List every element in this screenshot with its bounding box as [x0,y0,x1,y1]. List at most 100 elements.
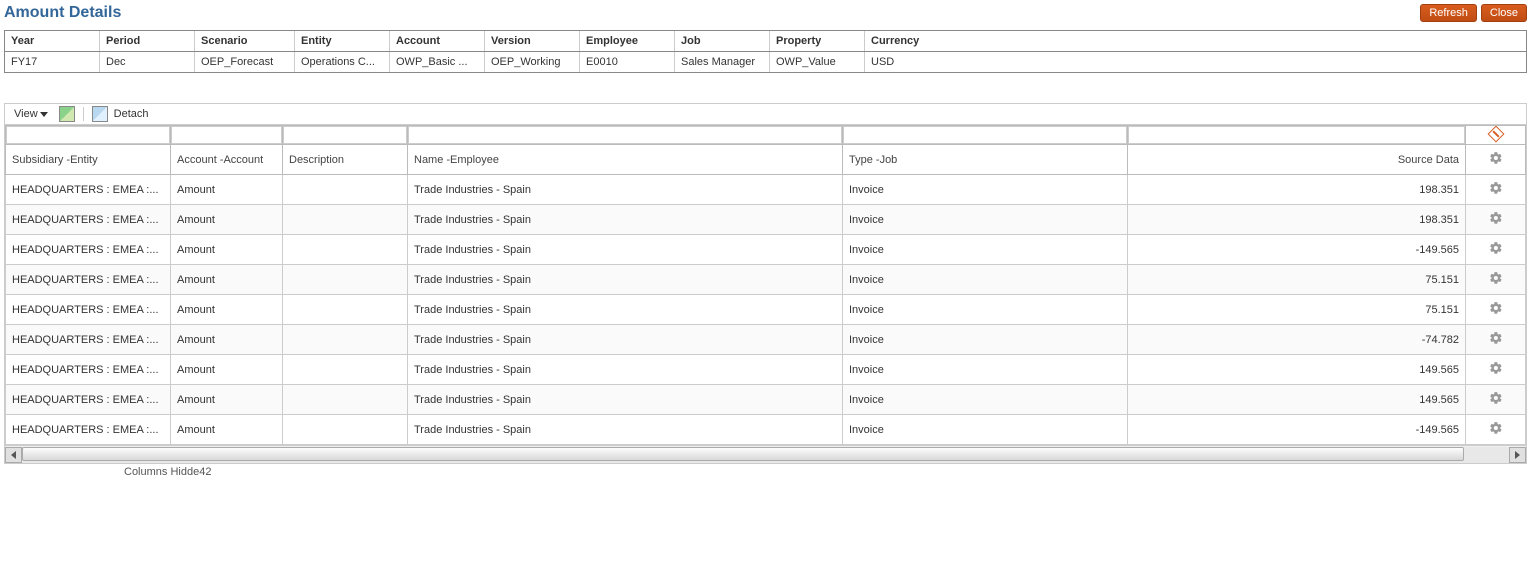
cell-type: Invoice [843,415,1128,445]
cell-type: Invoice [843,175,1128,205]
cell-actions [1466,265,1526,295]
cell-account: Amount [171,325,283,355]
cell-source: -149.565 [1128,415,1466,445]
gear-icon[interactable] [1489,211,1503,225]
table-row[interactable]: HEADQUARTERS : EMEA :...AmountTrade Indu… [6,295,1526,325]
table-row[interactable]: HEADQUARTERS : EMEA :...AmountTrade Indu… [6,355,1526,385]
table-row[interactable]: HEADQUARTERS : EMEA :...Amount Trade Indu… [6,205,1526,235]
cell-description [283,205,408,235]
filter-description[interactable] [283,126,407,144]
chevron-down-icon [40,112,48,117]
cell-actions [1466,355,1526,385]
gear-icon[interactable] [1489,181,1503,195]
table-row[interactable]: HEADQUARTERS : EMEA :...AmountTrade Indu… [6,415,1526,445]
scroll-right-button[interactable] [1509,447,1526,463]
cell-source: 198.351 [1128,175,1466,205]
cell-entity: HEADQUARTERS : EMEA :... [6,415,171,445]
details-header-currency: Currency [865,31,1526,51]
toolbar: View Detach [4,103,1527,124]
details-value-job: Sales Manager [675,52,770,72]
cell-description [283,355,408,385]
cell-type: Invoice [843,385,1128,415]
cell-name: Trade Industries - Spain [408,175,843,205]
cell-source: 75.151 [1128,295,1466,325]
cell-source: 149.565 [1128,385,1466,415]
gear-icon[interactable] [1489,391,1503,405]
table-row[interactable]: HEADQUARTERS : EMEA :...AmountTrade Indu… [6,265,1526,295]
gear-icon[interactable] [1489,361,1503,375]
cell-source: 149.565 [1128,355,1466,385]
detach-label[interactable]: Detach [114,108,149,120]
details-header-employee: Employee [580,31,675,51]
cell-actions [1466,385,1526,415]
details-value-employee: E0010 [580,52,675,72]
scroll-track[interactable] [22,447,1509,463]
table-row[interactable]: HEADQUARTERS : EMEA :...Amount Trade Indu… [6,325,1526,355]
filter-name[interactable] [408,126,842,144]
details-value-account: OWP_Basic ... [390,52,485,72]
gear-icon[interactable] [1489,301,1503,315]
cell-type: Invoice [843,205,1128,235]
details-header-property: Property [770,31,865,51]
col-name[interactable]: Name -Employee [408,145,843,175]
cell-type: Invoice [843,235,1128,265]
cell-name: Trade Industries - Spain [408,295,843,325]
filter-type[interactable] [843,126,1127,144]
clear-filter-icon[interactable] [1487,125,1504,142]
header-row: Subsidiary -Entity Account -Account Desc… [6,145,1526,175]
table-row[interactable]: HEADQUARTERS : EMEA :...Amount Trade Indu… [6,175,1526,205]
scroll-thumb[interactable] [22,447,1464,461]
detach-icon[interactable] [92,106,108,122]
filter-entity[interactable] [6,126,170,144]
cell-description [283,175,408,205]
col-entity[interactable]: Subsidiary -Entity [6,145,171,175]
cell-account: Amount [171,175,283,205]
col-account[interactable]: Account -Account [171,145,283,175]
arrow-right-icon [1515,451,1520,459]
cell-name: Trade Industries - Spain [408,325,843,355]
cell-actions [1466,205,1526,235]
cell-name: Trade Industries - Spain [408,385,843,415]
cell-entity: HEADQUARTERS : EMEA :... [6,325,171,355]
cell-description [283,415,408,445]
table-row[interactable]: HEADQUARTERS : EMEA :...AmountTrade Indu… [6,385,1526,415]
table-row[interactable]: HEADQUARTERS : EMEA :...AmountTrade Indu… [6,235,1526,265]
cell-source: 198.351 [1128,205,1466,235]
cell-source: 75.151 [1128,265,1466,295]
details-header-job: Job [675,31,770,51]
col-actions[interactable] [1466,145,1526,175]
refresh-button[interactable]: Refresh [1420,4,1477,22]
details-value-version: OEP_Working [485,52,580,72]
cell-name: Trade Industries - Spain [408,205,843,235]
cell-actions [1466,175,1526,205]
col-source[interactable]: Source Data [1128,145,1466,175]
filter-account[interactable] [171,126,282,144]
cell-entity: HEADQUARTERS : EMEA :... [6,205,171,235]
filter-source[interactable] [1128,126,1465,144]
close-button[interactable]: Close [1481,4,1527,22]
export-icon[interactable] [59,106,75,122]
col-description[interactable]: Description [283,145,408,175]
col-type[interactable]: Type -Job [843,145,1128,175]
cell-entity: HEADQUARTERS : EMEA :... [6,355,171,385]
details-header-entity: Entity [295,31,390,51]
gear-icon[interactable] [1489,331,1503,345]
cell-description [283,235,408,265]
cell-entity: HEADQUARTERS : EMEA :... [6,175,171,205]
horizontal-scrollbar[interactable] [4,446,1527,464]
gear-icon[interactable] [1489,421,1503,435]
arrow-left-icon [11,451,16,459]
details-table: Year Period Scenario Entity Account Vers… [4,30,1527,73]
cell-account: Amount [171,205,283,235]
gear-icon[interactable] [1489,241,1503,255]
cell-type: Invoice [843,355,1128,385]
gear-icon[interactable] [1489,271,1503,285]
cell-actions [1466,235,1526,265]
view-menu[interactable]: View [9,106,53,122]
cell-type: Invoice [843,295,1128,325]
cell-name: Trade Industries - Spain [408,355,843,385]
scroll-left-button[interactable] [5,447,22,463]
cell-name: Trade Industries - Spain [408,265,843,295]
details-value-scenario: OEP_Forecast [195,52,295,72]
view-menu-label: View [14,108,38,120]
